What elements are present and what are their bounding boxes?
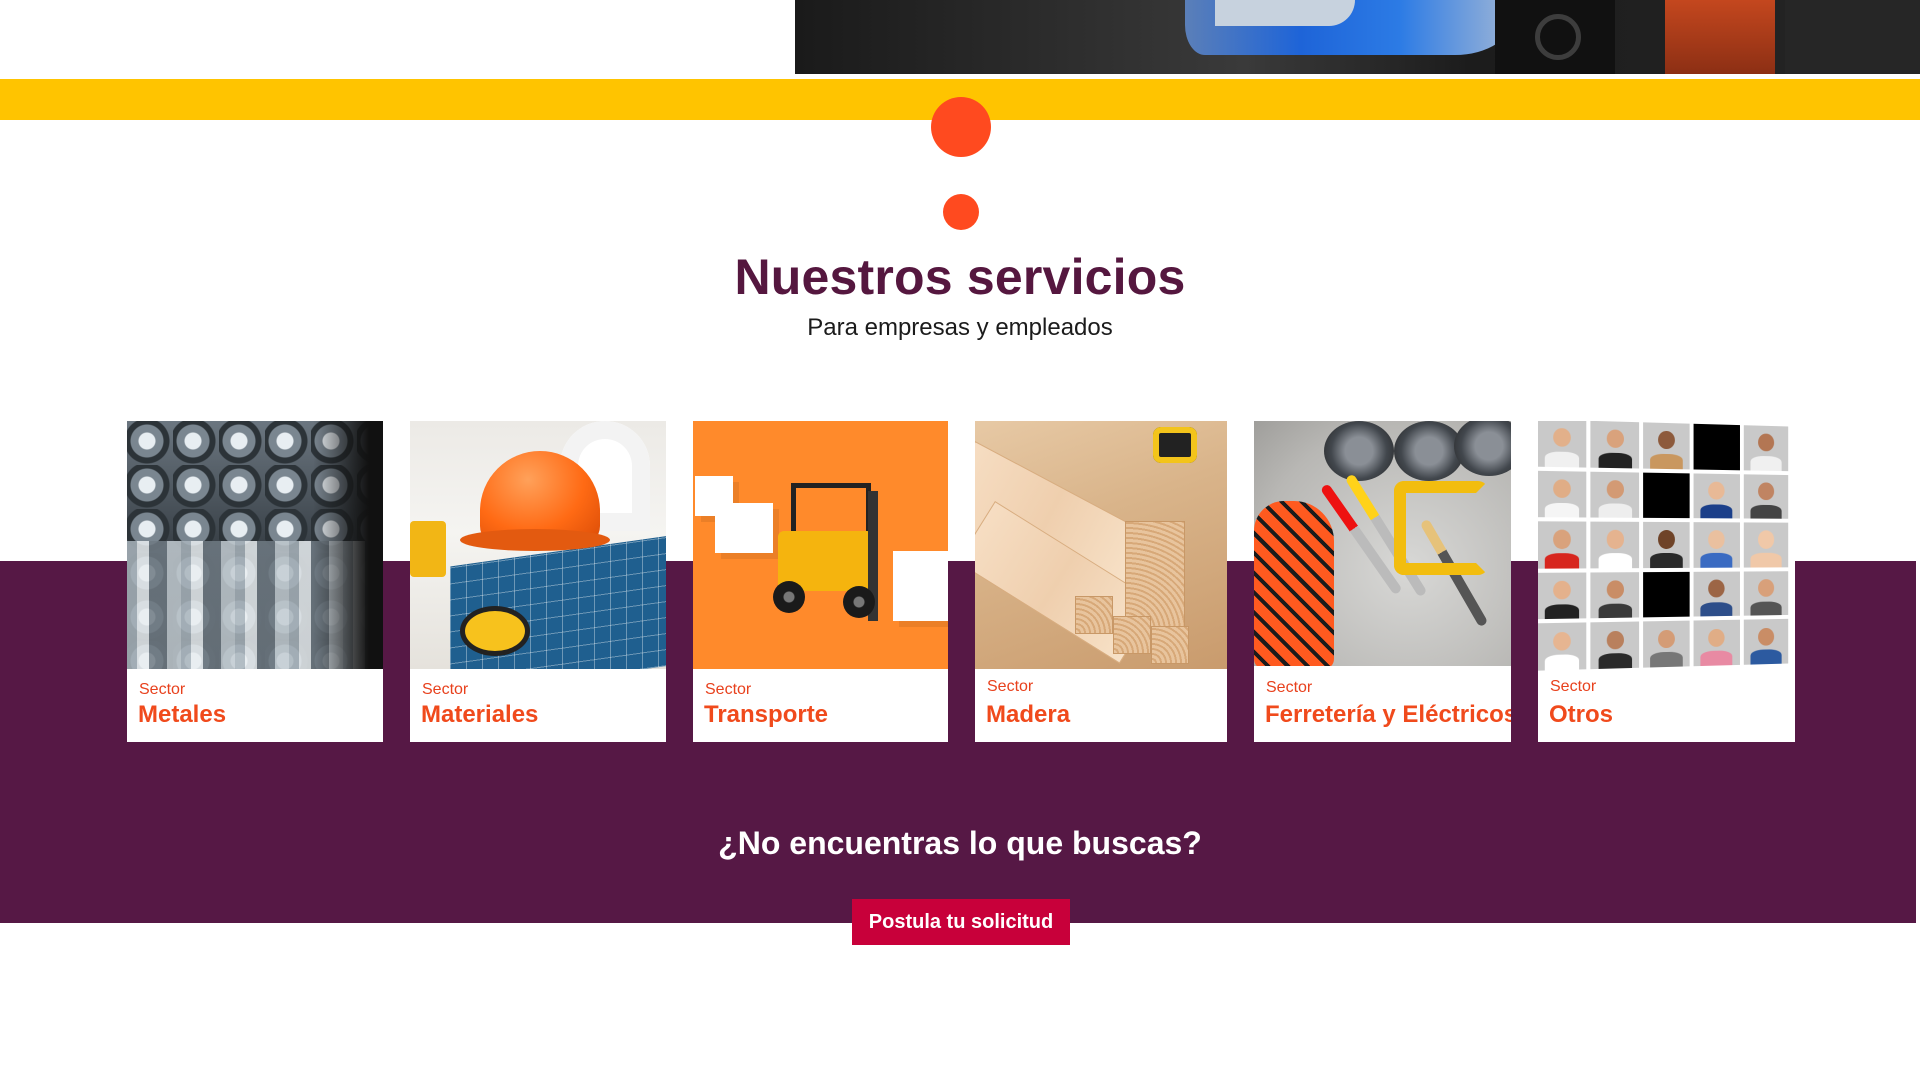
people-grid-image: [1538, 421, 1791, 673]
person-photo: [1693, 571, 1740, 617]
person-photo: [1743, 473, 1789, 519]
black-tile: [1642, 472, 1690, 519]
screw-jar: [1454, 421, 1511, 476]
metal-shade: [313, 421, 383, 669]
sector-name: Metales: [138, 701, 227, 728]
c-clamp: [1394, 481, 1488, 575]
person-photo: [1538, 470, 1587, 518]
person-photo: [1642, 522, 1690, 568]
person-photo: [1538, 421, 1587, 468]
sector-name: Transporte: [704, 701, 829, 728]
sector-card-ferreteria-electricos[interactable]: Sector Ferretería y Eléctricos: [1254, 421, 1511, 742]
person-photo: [1743, 571, 1789, 617]
wood-planks-image: [975, 421, 1227, 669]
hand-photo: [1743, 522, 1789, 568]
hand-tools-image: [1254, 421, 1511, 666]
person-photo: [1590, 421, 1639, 469]
black-tile: [1693, 423, 1740, 470]
pencil-cup: [410, 521, 446, 577]
person-photo: [1642, 422, 1690, 470]
sector-kicker: Sector: [1266, 679, 1313, 696]
person-photo: [1642, 620, 1690, 668]
sector-kicker: Sector: [1550, 678, 1597, 695]
forklift-wheel: [773, 581, 805, 613]
black-tile: [1642, 571, 1690, 618]
sector-card-otros[interactable]: Sector Otros: [1538, 421, 1795, 742]
hard-hat-brim: [460, 529, 610, 551]
page: Nuestros servicios Para empresas y emple…: [0, 0, 1920, 1080]
person-photo: [1743, 425, 1789, 471]
toy-forklift-image: [693, 421, 948, 669]
person-photo: [1538, 521, 1587, 569]
wood-end-grain: [1075, 596, 1113, 634]
apply-request-button[interactable]: Postula tu solicitud: [852, 899, 1070, 945]
helmet-blueprint-image: [410, 421, 666, 669]
person-photo: [1743, 619, 1789, 665]
person-photo: [1590, 521, 1639, 569]
forklift-wheel: [843, 586, 875, 618]
work-glove: [1254, 501, 1334, 666]
sector-kicker: Sector: [422, 681, 469, 698]
sector-name: Materiales: [421, 701, 539, 728]
sector-card-metales[interactable]: Sector Metales: [127, 421, 383, 742]
metal-tubes-image: [127, 421, 383, 669]
person-photo: [1693, 522, 1740, 568]
person-photo: [1693, 473, 1740, 519]
person-photo: [1590, 571, 1639, 619]
cta-question: ¿No encuentras lo que buscas?: [718, 825, 1202, 861]
wood-end-grain: [1151, 626, 1189, 664]
tape-measure: [460, 606, 530, 656]
tape-measure: [1153, 427, 1197, 463]
white-cube: [893, 551, 948, 621]
sector-kicker: Sector: [139, 681, 186, 698]
sector-card-materiales[interactable]: Sector Materiales: [410, 421, 666, 742]
sector-name: Otros: [1549, 701, 1614, 728]
sector-kicker: Sector: [987, 678, 1034, 695]
person-photo: [1590, 621, 1639, 670]
person-photo: [1538, 572, 1587, 620]
person-photo: [1693, 620, 1740, 667]
person-photo: [1538, 622, 1587, 671]
sector-kicker: Sector: [705, 681, 752, 698]
sector-name: Madera: [986, 701, 1071, 728]
white-cube: [715, 503, 773, 553]
wood-end-grain: [1113, 616, 1151, 654]
sector-card-madera[interactable]: Sector Madera: [975, 421, 1227, 742]
sector-name: Ferretería y Eléctricos: [1265, 701, 1511, 728]
screw-jar: [1324, 421, 1394, 481]
person-photo: [1590, 471, 1639, 519]
sector-card-transporte[interactable]: Sector Transporte: [693, 421, 948, 742]
